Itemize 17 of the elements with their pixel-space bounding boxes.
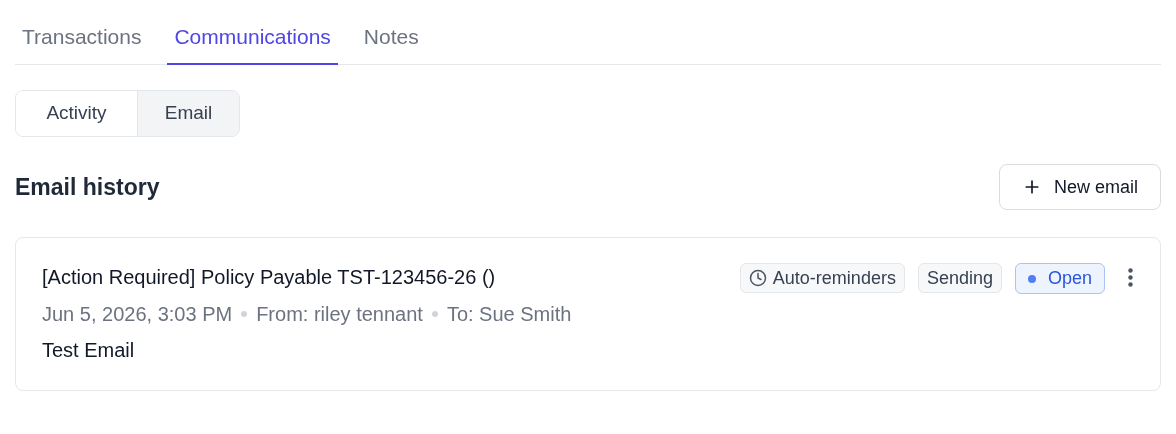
new-email-button[interactable]: New email <box>998 164 1161 210</box>
email-body: Test Email <box>42 338 136 363</box>
clock-icon <box>748 269 767 287</box>
tab[interactable]: Transactions <box>15 0 149 65</box>
sending-badge: Sending <box>917 263 1002 293</box>
email-meta: Jun 5, 2026, 3:03 PM <box>42 302 233 327</box>
tab[interactable]: Communications <box>167 0 338 65</box>
section-title: Email history <box>15 172 160 202</box>
badge-label: Auto-reminders <box>772 266 896 290</box>
email-meta: To: Sue Smith <box>446 302 572 327</box>
segment-button[interactable]: Email <box>137 91 239 136</box>
email-meta: From: riley tennant <box>256 302 423 327</box>
email-card[interactable]: [Action Required] Policy Payable TST-123456-26 () Jun 5, 2026, 3:03 PM From: riley tennant To: Sue Smith Test Email Auto-reminders Sending Open <box>15 237 1161 391</box>
email-subject: [Action Required] Policy Payable TST-123456-26 () <box>42 265 497 290</box>
tab[interactable]: Notes <box>356 0 426 65</box>
more-icon <box>1127 267 1133 287</box>
badge-label: Open <box>1047 267 1092 290</box>
